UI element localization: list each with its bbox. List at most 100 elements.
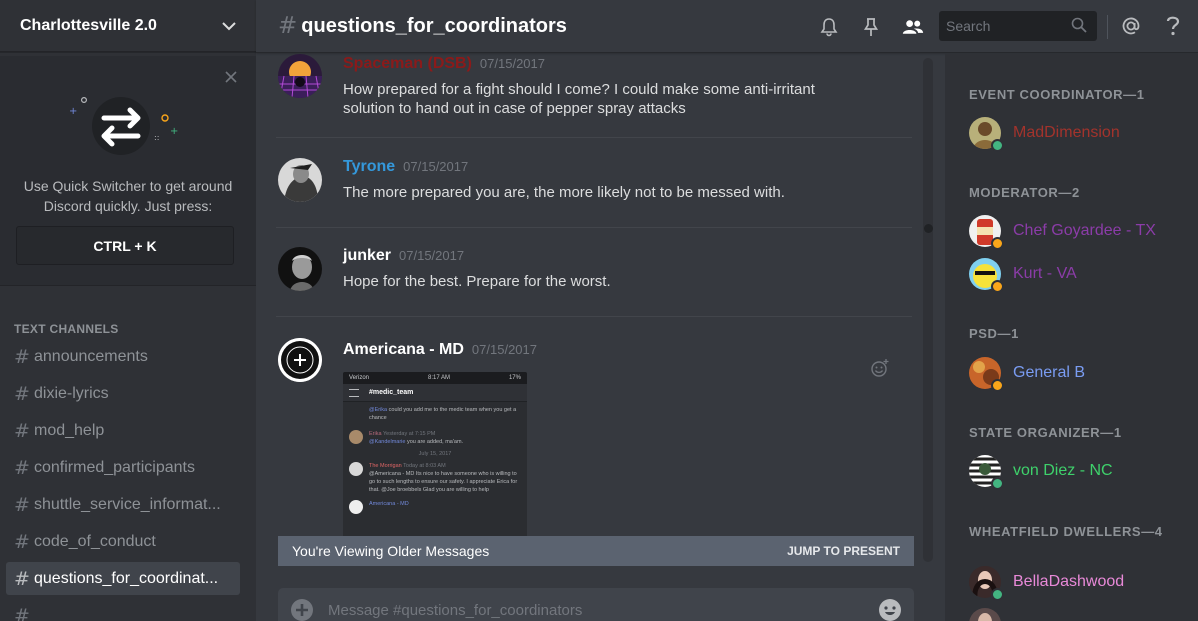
pin-icon[interactable] <box>860 16 882 38</box>
member-group-title: STATE ORGANIZER—1 <box>969 425 1122 440</box>
channel-item-confirmed-participants[interactable]: # confirmed_participants <box>6 451 240 484</box>
message: junker 07/15/2017 Hope for the best. Pre… <box>276 247 912 307</box>
member-item[interactable]: BellaDashwood <box>969 564 1125 601</box>
message-divider <box>276 316 912 317</box>
channel-item-dixie-lyrics[interactable]: # dixie-lyrics <box>6 377 240 410</box>
avatar <box>969 357 1004 392</box>
message-input[interactable] <box>328 601 848 619</box>
help-icon[interactable] <box>1162 15 1184 37</box>
avatar[interactable] <box>278 247 322 291</box>
member-item[interactable]: von Diez - NC <box>969 453 1113 490</box>
message-timestamp: 07/15/2017 <box>479 56 545 71</box>
phone-channel-header: #medic_team <box>343 384 527 402</box>
hash-icon: # <box>14 567 30 590</box>
message-timestamp: 07/15/2017 <box>399 248 465 263</box>
phone-mention: @Erika <box>369 407 388 413</box>
phone-message: Americana - MD <box>349 500 521 514</box>
channel-list: # announcements # dixie-lyrics # mod_help #… <box>6 340 240 621</box>
message-author[interactable]: Americana - MD <box>343 341 464 359</box>
menu-icon <box>349 388 359 397</box>
search-icon[interactable] <box>1071 17 1087 33</box>
avatar[interactable] <box>278 338 322 382</box>
phone-avatar <box>349 500 363 514</box>
hash-icon: # <box>14 345 30 368</box>
hash-icon: # <box>14 419 30 442</box>
status-idle-icon <box>991 237 1004 250</box>
channel-title-text: questions_for_coordinators <box>301 14 567 37</box>
phone-message-text: you are added, ma'am. <box>407 439 464 445</box>
quick-switcher-text: Use Quick Switcher to get around Discord… <box>23 178 233 214</box>
avatar <box>969 258 1004 293</box>
member-name: von Diez - NC <box>1013 462 1113 479</box>
message-text: Hope for the best. Prepare for the worst… <box>343 273 611 290</box>
phone-channel-name: #medic_team <box>369 389 414 396</box>
members-icon[interactable] <box>902 16 924 38</box>
chevron-down-icon[interactable] <box>220 17 238 35</box>
hash-icon: # <box>14 530 30 553</box>
channel-name: shuttle_service_informat... <box>34 495 221 513</box>
older-messages-bar: You're Viewing Older Messages JUMP TO PR… <box>278 536 914 566</box>
message-header: Spaceman (DSB) 07/15/2017 <box>343 55 545 73</box>
avatar <box>969 608 1001 621</box>
phone-author: Erika <box>369 431 382 437</box>
member-list: EVENT COORDINATOR—1 MadDimension MODERAT… <box>945 54 1198 621</box>
avatar[interactable] <box>278 54 322 98</box>
close-icon[interactable] <box>224 70 238 84</box>
member-group-title: WHEATFIELD DWELLERS—4 <box>969 524 1163 539</box>
emoji-picker-icon[interactable] <box>878 598 902 621</box>
status-online-icon <box>991 139 1004 152</box>
bell-icon[interactable] <box>818 16 840 38</box>
message-author[interactable]: Tyrone <box>343 158 395 176</box>
phone-message-text: @Americana - MD Its nice to have someone… <box>369 471 518 493</box>
channel-item-partial[interactable]: # <box>6 599 240 621</box>
member-item[interactable]: Kurt - VA <box>969 256 1077 293</box>
at-icon[interactable] <box>1120 15 1142 37</box>
channel-item-code-of-conduct[interactable]: # code_of_conduct <box>6 525 240 558</box>
avatar[interactable] <box>278 158 322 202</box>
channel-name: code_of_conduct <box>34 532 156 550</box>
member-item[interactable]: MadDimension <box>969 115 1120 152</box>
jump-to-present-button[interactable]: JUMP TO PRESENT <box>787 544 900 558</box>
hash-icon: # <box>14 382 30 405</box>
message-list[interactable]: Spaceman (DSB) 07/15/2017 How prepared f… <box>256 54 936 621</box>
channel-category-label[interactable]: TEXT CHANNELS <box>14 322 119 336</box>
server-header[interactable]: Charlottesville 2.0 <box>0 0 256 52</box>
message-scrollbar[interactable] <box>923 58 933 562</box>
member-item[interactable] <box>969 606 1013 621</box>
svg-text:+: + <box>69 106 77 117</box>
message-header: Americana - MD 07/15/2017 <box>343 341 537 359</box>
member-item[interactable]: General B <box>969 355 1085 392</box>
message-author[interactable]: Spaceman (DSB) <box>343 55 472 73</box>
svg-text:+: + <box>170 126 178 137</box>
upload-plus-icon[interactable] <box>290 598 314 621</box>
scrollbar-thumb[interactable] <box>924 224 933 233</box>
channel-item-mod-help[interactable]: # mod_help <box>6 414 240 447</box>
status-idle-icon <box>991 379 1004 392</box>
member-name: BellaDashwood <box>1013 573 1125 590</box>
search-box[interactable] <box>939 11 1097 41</box>
message-header: junker 07/15/2017 <box>343 247 464 265</box>
channel-item-questions-for-coordinators[interactable]: # questions_for_coordinat... <box>6 562 240 595</box>
phone-author: Americana - MD <box>369 501 409 507</box>
member-item[interactable]: Chef Goyardee - TX <box>969 213 1156 250</box>
phone-battery: 17% <box>508 375 521 381</box>
message-header: Tyrone 07/15/2017 <box>343 158 468 176</box>
message-divider <box>276 137 912 138</box>
add-reaction-icon[interactable] <box>870 358 890 378</box>
quick-switcher-arrows-icon: + + :: <box>69 97 178 155</box>
channel-item-shuttle-service[interactable]: # shuttle_service_informat... <box>6 488 240 521</box>
hash-icon: # <box>14 604 30 621</box>
svg-text:::: :: <box>154 133 159 142</box>
phone-message-text: could you add me to the medic team when … <box>369 407 517 421</box>
phone-message: @Erika could you add me to the medic tea… <box>369 406 521 422</box>
quick-switcher-shortcut[interactable]: CTRL + K <box>16 226 234 265</box>
search-input[interactable] <box>946 18 1062 34</box>
image-attachment[interactable]: Verizon 8:17 AM 17% #medic_team @Erika c… <box>343 372 527 548</box>
avatar <box>969 117 1004 152</box>
phone-time: Yesterday at 7:15 PM <box>382 431 436 437</box>
channel-item-announcements[interactable]: # announcements <box>6 340 240 373</box>
message: Spaceman (DSB) 07/15/2017 How prepared f… <box>276 54 912 124</box>
message-author[interactable]: junker <box>343 247 391 265</box>
phone-message-list: @Erika could you add me to the medic tea… <box>343 402 527 514</box>
hash-icon: # <box>278 13 298 39</box>
